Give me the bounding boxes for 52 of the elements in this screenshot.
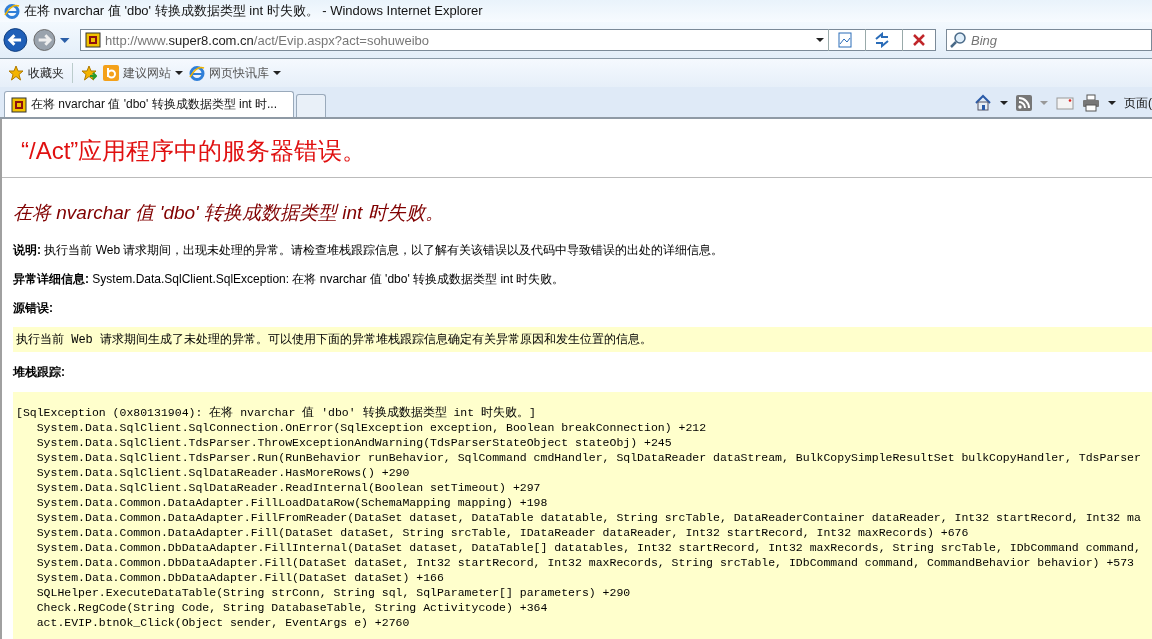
feed-icon[interactable] bbox=[1016, 95, 1032, 111]
stack-trace-line: Check.RegCode(String Code, String DatabaseTable, String Activitycode) +364 bbox=[35, 600, 549, 615]
stop-icon[interactable] bbox=[911, 32, 927, 48]
favorites-bar-link[interactable]: 建议网站 bbox=[103, 64, 183, 82]
stack-trace-line: System.Data.Common.DataAdapter.FillLoadDataRow(SchemaMapping mapping) +198 bbox=[35, 495, 549, 510]
source-error-message: 执行当前 Web 请求期间生成了未处理的异常。可以使用下面的异常堆栈跟踪信息确定有关异常原因和发生位置的信息。 bbox=[13, 327, 1152, 352]
search-field[interactable]: Bing bbox=[946, 29, 1152, 51]
error-title: 在将 nvarchar 值 'dbo' 转换成数据类型 int 时失败。 bbox=[13, 201, 445, 225]
exception-details: 异常详细信息: System.Data.SqlClient.SqlException: 在将 nvarchar 值 'dbo' 转换成数据类型 int 时失败。 bbox=[13, 271, 566, 288]
site-icon bbox=[84, 32, 101, 48]
caret-icon bbox=[175, 71, 183, 75]
stack-trace-line: System.Data.SqlClient.TdsParser.Run(RunBehavior runBehavior, SqlCommand cmdHandler, SqlDataReader dataStream, BulkCopySimpleResultSet bulkCopyHandler, TdsParser bbox=[35, 450, 1142, 465]
stack-trace-line: System.Data.SqlClient.SqlDataReader.ReadInternal(Boolean setTimeout) +297 bbox=[35, 480, 542, 495]
add-favorite-icon[interactable] bbox=[81, 65, 97, 81]
stack-trace-line: System.Data.Common.DataAdapter.Fill(DataSet dataSet, String srcTable, IDataReader dataReader, Int32 startRecord, Int32 maxRecords) +676 bbox=[35, 525, 970, 540]
back-button[interactable] bbox=[3, 27, 28, 53]
stack-trace-line: System.Data.Common.DbDataAdapter.Fill(DataSet dataSet, Int32 startRecord, Int32 maxRecords, String srcTable, IDbCommand command, CommandBehavior behavior) +573 bbox=[35, 555, 1135, 570]
caret-icon bbox=[273, 71, 281, 75]
page-menu[interactable]: 页面( bbox=[1124, 94, 1152, 112]
stack-trace-line: act.EVIP.btnOk_Click(Object sender, EventArgs e) +2760 bbox=[35, 615, 411, 630]
section-label: 源错误: bbox=[13, 300, 54, 317]
caret-icon[interactable] bbox=[1108, 101, 1116, 105]
ie-logo-icon bbox=[4, 3, 20, 19]
stack-trace-line: System.Data.Common.DbDataAdapter.Fill(DataSet dataSet) +166 bbox=[35, 570, 445, 585]
ie-logo-icon bbox=[189, 65, 205, 81]
browser-tab[interactable]: 在将 nvarchar 值 'dbo' 转换成数据类型 int 时... bbox=[4, 91, 294, 117]
stack-trace-line: System.Data.Common.DbDataAdapter.FillInternal(DataSet dataset, DataTable[] datatables, Int32 startRecord, Int32 maxRecords, String srcTable, IDbCommand command, bbox=[35, 540, 1142, 555]
stack-trace-line: [SqlException (0x80131904): 在将 nvarchar 值 'dbo' 转换成数据类型 int 时失败。] bbox=[16, 405, 537, 420]
stack-trace-line: SQLHelper.ExecuteDataTable(String strConn, String sql, SqlParameter[] parameters) +290 bbox=[35, 585, 632, 600]
site-icon bbox=[11, 96, 27, 113]
print-icon[interactable] bbox=[1082, 94, 1100, 112]
favorites-button[interactable]: 收藏夹 bbox=[8, 64, 64, 82]
caret-icon[interactable] bbox=[1000, 101, 1008, 105]
page-heading: “/Act”应用程序中的服务器错误。 bbox=[21, 136, 368, 166]
search-icon bbox=[950, 32, 966, 48]
favorites-bar-link[interactable]: 网页快讯库 bbox=[189, 64, 281, 82]
stack-trace-line: System.Data.SqlClient.SqlDataReader.HasMoreRows() +290 bbox=[35, 465, 411, 480]
refresh-icon[interactable] bbox=[874, 32, 890, 48]
error-description: 说明: 执行当前 Web 请求期间，出现未处理的异常。请检查堆栈跟踪信息，以了解有关该错误以及代码中导致错误的出处的详细信息。 bbox=[13, 242, 725, 259]
dropdown-caret-icon[interactable] bbox=[816, 38, 824, 42]
section-label: 堆栈跟踪: bbox=[13, 364, 66, 381]
forward-button[interactable] bbox=[31, 27, 57, 53]
home-icon[interactable] bbox=[974, 94, 992, 112]
stack-trace-line: System.Data.Common.DataAdapter.FillFromReader(DataSet dataset, DataTable datatable, String srcTable, DataReaderContainer dataReader, Int32 startRecord, Int32 ma bbox=[35, 510, 1142, 525]
bing-icon bbox=[103, 65, 119, 81]
star-icon bbox=[8, 65, 24, 81]
compatibility-view-icon[interactable] bbox=[837, 32, 853, 48]
address-field[interactable]: http://www.super8.com.cn/act/Evip.aspx?act=sohuweibo bbox=[79, 29, 936, 51]
stack-trace-line: System.Data.SqlClient.TdsParser.ThrowExceptionAndWarning(TdsParserStateObject stateObj) +245 bbox=[35, 435, 673, 450]
stack-trace-line: System.Data.SqlClient.SqlConnection.OnError(SqlException exception, Boolean breakConnection) +212 bbox=[35, 420, 708, 435]
history-dropdown-icon[interactable] bbox=[60, 37, 70, 43]
window-title: 在将 nvarchar 值 'dbo' 转换成数据类型 int 时失败。 - Windows Internet Explorer bbox=[24, 2, 483, 20]
